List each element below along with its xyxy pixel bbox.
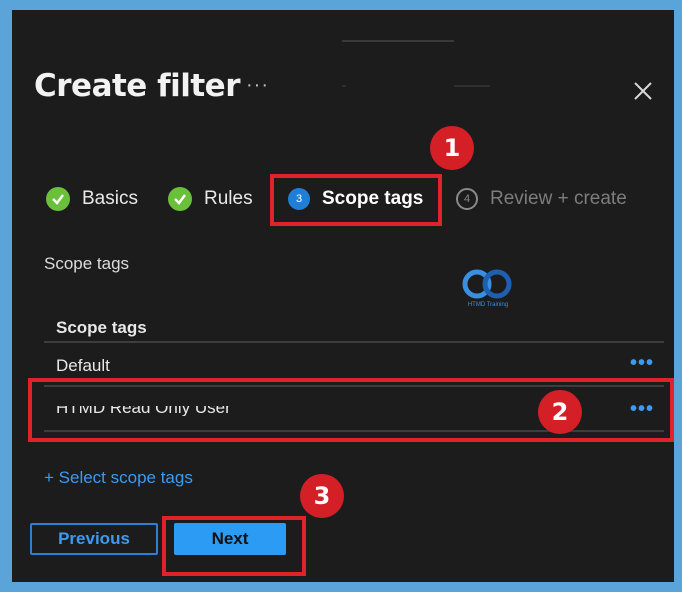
top-divider <box>342 40 454 42</box>
annotation-badge-1: 1 <box>430 126 474 170</box>
step-label: Basics <box>82 188 138 209</box>
top-divider-small-2 <box>454 85 490 87</box>
section-label: Scope tags <box>44 254 130 273</box>
top-divider-small <box>342 85 346 87</box>
step-basics[interactable]: Basics <box>46 186 138 212</box>
close-icon[interactable] <box>630 78 656 104</box>
check-icon <box>168 187 192 211</box>
step-rules[interactable]: Rules <box>168 186 253 212</box>
check-icon <box>46 187 70 211</box>
more-options-button[interactable]: ··· <box>246 74 269 97</box>
page-title: Create filter <box>34 68 241 104</box>
step-label: Rules <box>204 188 253 209</box>
select-scope-tags-link[interactable]: + Select scope tags <box>44 468 193 488</box>
row-more-button[interactable]: ••• <box>630 352 654 375</box>
watermark-text: HTMD Training <box>467 302 509 308</box>
annotation-badge-3: 3 <box>300 474 344 518</box>
step-review-create[interactable]: 4 Review + create <box>456 186 627 212</box>
highlight-box-scope-tags <box>270 174 442 226</box>
step-label: Review + create <box>490 188 627 209</box>
table-row-default: Default <box>56 356 110 375</box>
previous-button[interactable]: Previous <box>30 523 158 555</box>
header-divider <box>44 341 664 343</box>
column-header: Scope tags <box>56 318 147 337</box>
highlight-box-next <box>162 516 306 576</box>
annotation-badge-2: 2 <box>538 390 582 434</box>
step-number-icon: 4 <box>456 188 478 210</box>
